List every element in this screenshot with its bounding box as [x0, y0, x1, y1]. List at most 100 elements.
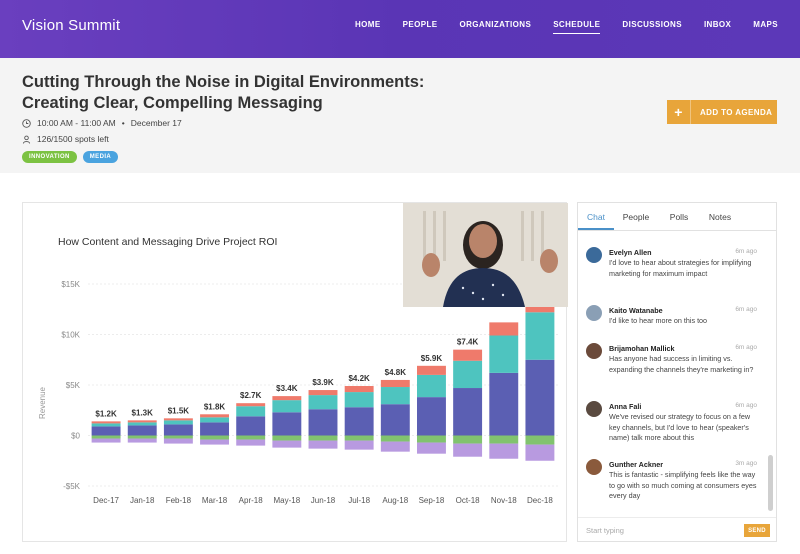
chat-scrollbar[interactable]	[768, 233, 773, 513]
session-time: 10:00 AM - 11:00 AM	[37, 118, 116, 128]
tag-list: INNOVATION MEDIA	[22, 151, 119, 163]
bar-segment	[200, 417, 229, 423]
bar-segment	[236, 439, 266, 446]
total-label: $1.5K	[168, 406, 190, 415]
x-tick-label: Nov-18	[491, 496, 517, 505]
y-tick-labels: $15K $10K $5K $0 -$5K	[61, 280, 80, 491]
chat-message: Gunther Ackner 3m ago This is fantastic …	[586, 459, 761, 509]
nav-schedule[interactable]: SCHEDULE	[553, 20, 601, 34]
x-tick-label: Aug-18	[382, 496, 408, 505]
nav-discussions[interactable]: DISCUSSIONS	[622, 20, 682, 34]
bar-segment	[525, 312, 555, 360]
bar-segment	[344, 392, 374, 408]
bar-segment	[91, 435, 121, 439]
bar-segment	[417, 435, 446, 443]
chat-message-list[interactable]: Evelyn Allen 6m ago I'd love to hear abo…	[578, 239, 768, 511]
bar-segment	[344, 407, 374, 436]
chart-title: How Content and Messaging Drive Project …	[58, 236, 277, 248]
speaker-video[interactable]	[403, 203, 568, 307]
bar-segment	[489, 435, 519, 444]
bar-segment	[344, 386, 374, 393]
message-author: Anna Fali	[609, 402, 642, 411]
bar-segment	[453, 443, 483, 457]
plus-icon: +	[667, 100, 691, 124]
chat-input[interactable]	[586, 524, 736, 537]
total-label: $1.3K	[132, 408, 154, 417]
tab-polls[interactable]: Polls	[658, 203, 700, 230]
message-author: Gunther Ackner	[609, 460, 664, 469]
tab-notes[interactable]: Notes	[700, 203, 740, 230]
session-time-row: 10:00 AM - 11:00 AM • December 17	[22, 118, 182, 128]
bar-segment	[91, 421, 121, 424]
bar-segment	[272, 440, 302, 448]
bar-segment	[308, 395, 338, 410]
nav-maps[interactable]: MAPS	[753, 20, 778, 34]
chat-message: Brijamohan Mallick 6m ago Has anyone had…	[586, 343, 761, 393]
bar-segment	[489, 335, 519, 373]
message-author: Evelyn Allen	[609, 248, 652, 257]
x-tick-label: Sep-18	[419, 496, 445, 505]
total-label: $5.9K	[421, 354, 443, 363]
total-label: $1.2K	[95, 409, 117, 418]
speaker-video-frame	[403, 203, 568, 307]
bar-segment	[236, 406, 266, 417]
message-time: 6m ago	[735, 248, 757, 255]
total-label: $2.7K	[240, 391, 262, 400]
y-tick-label: $5K	[66, 381, 81, 390]
total-label: $3.4K	[276, 384, 298, 393]
add-to-agenda-label: ADD TO AGENDA	[700, 107, 773, 117]
x-tick-label: Jan-18	[130, 496, 155, 505]
clock-icon	[22, 118, 31, 128]
bar-segment	[163, 420, 193, 425]
y-axis-label: Revenue	[38, 386, 47, 419]
x-tick-label: Jun-18	[311, 496, 336, 505]
spots-left: 126/1500 spots left	[37, 134, 109, 144]
session-header: Cutting Through the Noise in Digital Env…	[0, 58, 800, 173]
tag-innovation[interactable]: INNOVATION	[22, 151, 77, 163]
message-text: I'd like to hear more on this too	[609, 316, 708, 325]
bar-segment	[200, 435, 229, 440]
x-tick-label: Jul-18	[348, 496, 370, 505]
bar-segment	[91, 438, 121, 443]
send-button[interactable]: SEND	[744, 524, 770, 537]
bar-segment	[453, 349, 483, 361]
bar-segment	[272, 435, 302, 441]
x-tick-label: Dec-17	[93, 496, 119, 505]
x-tick-label: Dec-18	[527, 496, 553, 505]
bar-segment	[380, 441, 410, 452]
bar-segment	[236, 435, 266, 440]
tab-chat[interactable]: Chat	[578, 203, 614, 230]
nav-people[interactable]: PEOPLE	[403, 20, 438, 34]
bar-segment	[200, 439, 229, 445]
main-nav: HOME PEOPLE ORGANIZATIONS SCHEDULE DISCU…	[333, 20, 778, 34]
nav-inbox[interactable]: INBOX	[704, 20, 731, 34]
message-time: 6m ago	[735, 344, 757, 351]
avatar	[586, 305, 602, 321]
session-title-line-1: Cutting Through the Noise in Digital Env…	[22, 73, 425, 91]
tab-people[interactable]: People	[614, 203, 658, 230]
scrollbar-thumb[interactable]	[768, 455, 773, 511]
presentation-stage: How Content and Messaging Drive Project …	[22, 202, 568, 542]
session-title: Cutting Through the Noise in Digital Env…	[22, 72, 582, 114]
x-tick-label: May-18	[274, 496, 301, 505]
total-label: $4.2K	[348, 374, 370, 383]
nav-organizations[interactable]: ORGANIZATIONS	[459, 20, 531, 34]
y-tick-label: $0	[71, 432, 80, 441]
tag-media[interactable]: MEDIA	[82, 151, 119, 163]
bar-segment	[453, 435, 483, 444]
bar-segment	[489, 443, 519, 459]
bar-segment	[344, 440, 374, 450]
bar-segment	[308, 390, 338, 396]
brand-logo[interactable]: Vision Summit	[22, 17, 120, 34]
bar-segment	[417, 374, 446, 398]
bar-segment	[163, 418, 193, 421]
nav-home[interactable]: HOME	[355, 20, 381, 34]
avatar	[586, 343, 602, 359]
session-title-line-2: Creating Clear, Compelling Messaging	[22, 94, 323, 112]
bar-segment	[380, 387, 410, 405]
avatar	[586, 247, 602, 263]
x-tick-label: Oct-18	[456, 496, 481, 505]
y-tick-label: -$5K	[63, 482, 81, 491]
bar-segment	[272, 400, 302, 413]
add-to-agenda-button[interactable]: + ADD TO AGENDA	[667, 100, 777, 124]
